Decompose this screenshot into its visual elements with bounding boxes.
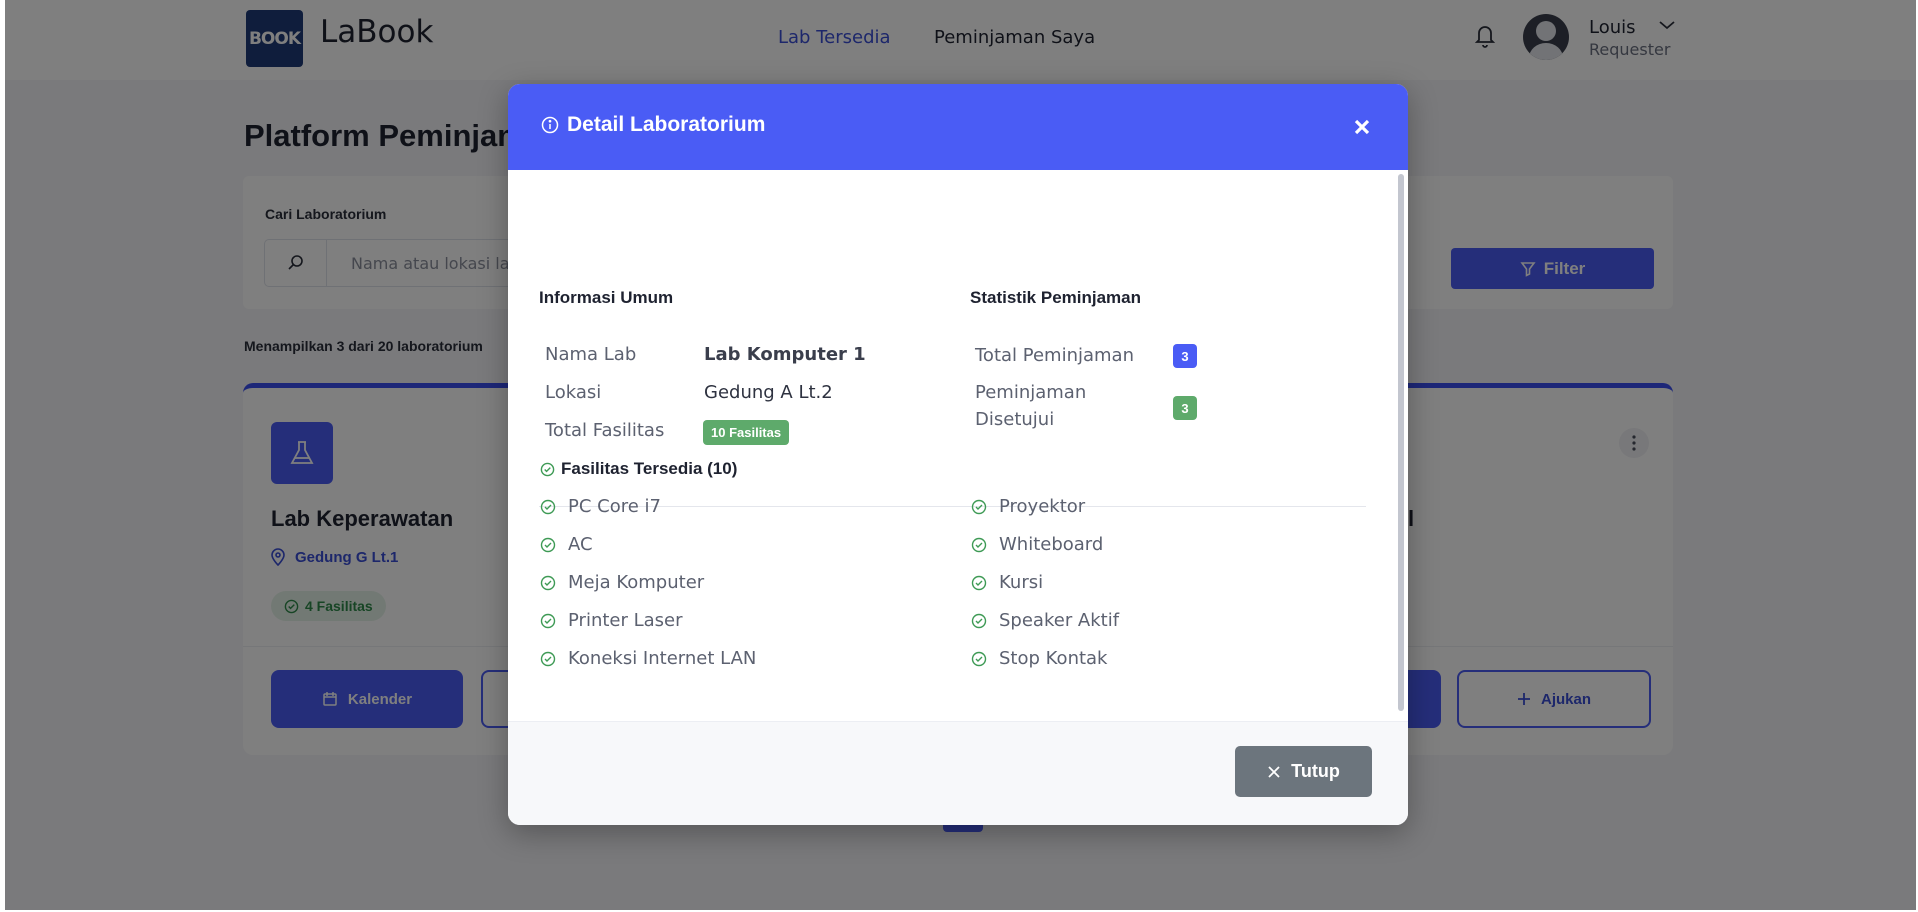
check-circle-icon [540,575,556,590]
lab-detail-modal: Detail Laboratorium Informasi Umum Stati… [508,84,1408,825]
close-icon [1268,765,1280,778]
stats-title: Statistik Peminjaman [970,288,1142,307]
facilities-header: Fasilitas Tersedia (10) [540,459,737,479]
modal-header: Detail Laboratorium [508,84,1408,170]
check-circle-icon [540,537,556,552]
general-info-title: Informasi Umum [539,288,674,307]
total-borrow-count: 3 [1173,344,1197,368]
facility-item: Proyektor [971,496,1085,517]
facility-item-label: Whiteboard [999,534,1104,555]
section-divider [539,506,1366,507]
modal-body: Informasi Umum Statistik Peminjaman Nama… [508,170,1408,805]
facility-item: Koneksi Internet LAN [540,648,756,669]
facilities-title: Fasilitas Tersedia (10) [561,459,738,478]
facility-item: Whiteboard [971,534,1103,555]
info-icon [541,116,559,134]
facility-item: AC [540,534,593,555]
check-circle-icon [540,499,556,514]
total-borrow-label: Total Peminjaman [975,345,1134,366]
modal-title-text: Detail Laboratorium [567,113,766,136]
facility-item-label: Kursi [999,572,1044,593]
facility-total-label: Total Fasilitas [545,420,665,441]
lab-name-value: Lab Komputer 1 [704,344,866,365]
facility-item: Meja Komputer [540,572,704,593]
modal-scrollbar[interactable] [1398,174,1404,711]
facility-item: Printer Laser [540,610,683,631]
facility-item: Speaker Aktif [971,610,1119,631]
check-circle-icon [971,613,987,628]
close-button-label: Tutup [1291,761,1340,781]
facility-total-badge: 10 Fasilitas [703,420,790,445]
facility-item: PC Core i7 [540,496,661,517]
approved-borrow-label: Peminjaman Disetujui [975,382,1087,430]
lab-name-label: Nama Lab [545,344,637,365]
modal-title: Detail Laboratorium [541,113,765,137]
facility-item-label: Proyektor [999,496,1086,517]
check-circle-icon [971,499,987,514]
close-button[interactable]: Tutup [1235,746,1372,797]
check-circle-icon [971,575,987,590]
location-value: Gedung A Lt.2 [704,382,833,403]
check-circle-icon [540,651,556,666]
facility-item-label: Meja Komputer [568,572,705,593]
facility-item-label: PC Core i7 [568,496,661,517]
check-circle-icon [971,537,987,552]
facility-item: Kursi [971,572,1043,593]
facility-item-label: Speaker Aktif [999,610,1120,631]
check-circle-icon [971,651,987,666]
close-icon[interactable] [1349,114,1375,140]
modal-footer: Tutup [508,721,1408,825]
check-circle-icon [540,613,556,628]
check-circle-icon [540,462,555,476]
facility-item-label: Printer Laser [568,610,683,631]
facility-item-label: Stop Kontak [999,648,1108,669]
facility-item-label: Koneksi Internet LAN [568,648,757,669]
approved-borrow-count: 3 [1173,396,1197,420]
facility-item-label: AC [568,534,593,555]
facility-item: Stop Kontak [971,648,1107,669]
location-label: Lokasi [545,382,602,403]
